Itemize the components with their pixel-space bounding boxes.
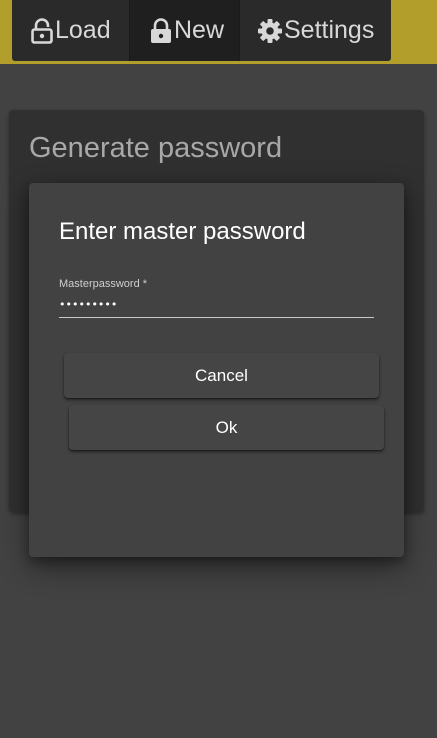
top-bar: Load New Settings	[0, 0, 437, 64]
nav-new-label: New	[174, 16, 225, 44]
nav-load-label: Load	[55, 16, 111, 44]
ok-button[interactable]: Ok	[69, 405, 384, 450]
nav-load-button[interactable]: Load	[12, 0, 129, 61]
master-password-dialog: Enter master password Masterpassword * C…	[29, 183, 404, 557]
lock-open-icon	[31, 17, 53, 44]
nav-new-button[interactable]: New	[129, 0, 240, 61]
master-password-label: Masterpassword *	[59, 278, 148, 290]
dialog-title: Enter master password	[59, 218, 306, 245]
cancel-button[interactable]: Cancel	[64, 353, 379, 398]
lock-icon	[151, 17, 171, 43]
nav-settings-label: Settings	[284, 16, 375, 44]
gear-icon	[258, 18, 282, 43]
master-password-input[interactable]	[59, 292, 374, 318]
nav-settings-button[interactable]: Settings	[240, 0, 391, 61]
nav-bar: Load New Settings	[12, 0, 391, 61]
card-title: Generate password	[29, 132, 283, 164]
